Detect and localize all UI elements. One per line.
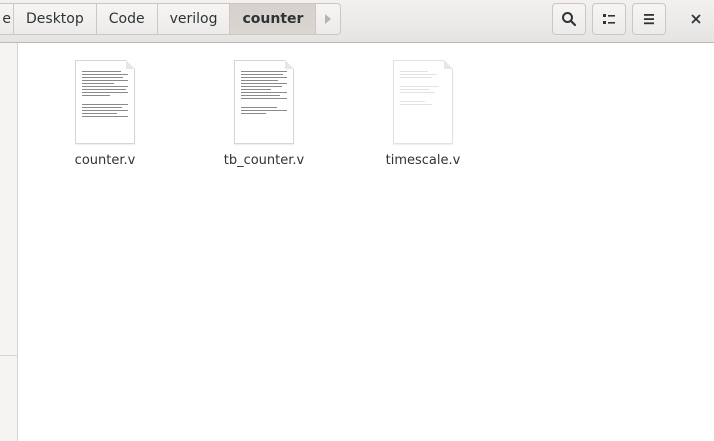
search-icon [562,12,577,27]
breadcrumb-item-desktop[interactable]: Desktop [14,3,97,35]
breadcrumb-label: e [2,11,11,27]
file-name: counter.v [74,153,136,168]
text-file-icon [393,60,453,144]
breadcrumb-item-counter[interactable]: counter [230,3,317,35]
file-item-counter[interactable]: counter.v [50,60,160,168]
file-item-tb-counter[interactable]: tb_counter.v [209,60,319,168]
breadcrumb-item-code[interactable]: Code [96,3,158,35]
close-button[interactable] [680,3,712,35]
breadcrumb-label: verilog [169,11,218,27]
text-file-icon [75,60,135,144]
hamburger-menu-icon [644,14,654,25]
breadcrumb-label: Desktop [26,11,84,27]
file-view: counter.v tb_counter.v timescale.v [18,43,714,441]
file-name: tb_counter.v [223,153,305,168]
breadcrumb-item-verilog[interactable]: verilog [157,3,231,35]
breadcrumb-item-home[interactable]: e [0,3,14,35]
chevron-right-icon [325,14,332,24]
breadcrumb-label: Code [108,11,145,27]
header-bar: e Desktop Code verilog counter [0,0,714,43]
file-name: timescale.v [385,153,461,168]
close-icon [691,14,701,24]
file-item-timescale[interactable]: timescale.v [368,60,478,168]
search-button[interactable] [552,3,586,35]
breadcrumb: e Desktop Code verilog counter [0,3,342,35]
view-toggle-button[interactable] [592,3,626,35]
breadcrumb-label: counter [242,11,304,27]
menu-button[interactable] [632,3,666,35]
text-file-icon [234,60,294,144]
sidebar-divider [0,355,17,356]
sidebar [0,43,18,441]
list-view-icon [603,14,615,24]
breadcrumb-forward-button[interactable] [316,3,342,35]
